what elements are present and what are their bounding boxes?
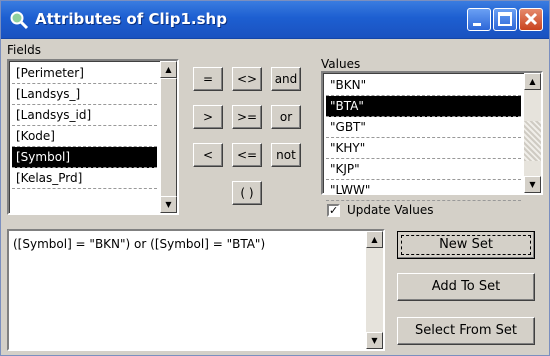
add-to-set-button[interactable]: Add To Set bbox=[397, 273, 535, 301]
scroll-up-button[interactable]: ▲ bbox=[524, 73, 541, 90]
fields-list[interactable]: [Perimeter] [Landsys_] [Landsys_id] [Kode][… bbox=[7, 59, 179, 215]
zoom-magnifier-icon bbox=[10, 11, 29, 30]
scroll-thumb[interactable] bbox=[160, 78, 177, 198]
scroll-down-button[interactable]: ▼ bbox=[160, 196, 177, 213]
operator-or-button[interactable]: or bbox=[271, 105, 301, 129]
list-item[interactable]: "KHY" bbox=[326, 138, 521, 159]
operator-less-equal-button[interactable]: <= bbox=[232, 143, 262, 167]
scroll-down-button[interactable]: ▼ bbox=[524, 176, 541, 193]
operator-not-equal-button[interactable]: <> bbox=[232, 67, 262, 91]
window-title: Attributes of Clip1.shp bbox=[35, 10, 227, 28]
operator-and-button[interactable]: and bbox=[271, 67, 301, 91]
expression-text: ([Symbol] = "BKN") or ([Symbol] = "BTA") bbox=[13, 237, 266, 251]
operator-equals-button[interactable]: = bbox=[193, 67, 223, 91]
values-label: Values bbox=[321, 57, 361, 71]
maximize-button[interactable] bbox=[493, 8, 517, 31]
scroll-down-button[interactable]: ▼ bbox=[366, 332, 383, 349]
list-item[interactable]: [Symbol] bbox=[12, 147, 157, 168]
list-item[interactable]: "BTA" bbox=[326, 96, 521, 117]
fields-scrollbar[interactable]: ▲ ▼ bbox=[160, 61, 177, 213]
operator-parentheses-button[interactable]: ( ) bbox=[232, 181, 262, 205]
values-items: "BKN" "BTA" "GBT" "KHY" "KJP" "LWW" bbox=[326, 75, 521, 201]
list-item[interactable]: [Landsys_] bbox=[12, 84, 157, 105]
expression-textarea[interactable]: ([Symbol] = "BKN") or ([Symbol] = "BTA")… bbox=[7, 229, 385, 351]
title-bar[interactable]: Attributes of Clip1.shp bbox=[1, 1, 549, 39]
list-item[interactable]: "LWW" bbox=[326, 180, 521, 201]
operator-not-button[interactable]: not bbox=[271, 143, 301, 167]
close-button[interactable] bbox=[519, 8, 543, 31]
maximize-icon bbox=[498, 12, 512, 26]
minimize-icon bbox=[473, 23, 481, 26]
select-from-set-button[interactable]: Select From Set bbox=[397, 317, 535, 345]
list-item[interactable]: "GBT" bbox=[326, 117, 521, 138]
list-item[interactable]: [Landsys_id] bbox=[12, 105, 157, 126]
list-item[interactable]: "BKN" bbox=[326, 75, 521, 96]
list-item[interactable]: [Kelas_Prd] bbox=[12, 168, 157, 189]
scroll-up-button[interactable]: ▲ bbox=[160, 61, 177, 78]
values-scrollbar[interactable]: ▲ ▼ bbox=[524, 73, 541, 193]
values-list[interactable]: "BKN" "BTA" "GBT" "KHY" "KJP" "LWW" ▲ ▼ bbox=[321, 71, 543, 201]
scroll-track[interactable] bbox=[524, 121, 541, 161]
fields-label: Fields bbox=[7, 43, 41, 57]
operator-less-than-button[interactable]: < bbox=[193, 143, 223, 167]
operator-greater-equal-button[interactable]: >= bbox=[232, 105, 262, 129]
operator-greater-than-button[interactable]: > bbox=[193, 105, 223, 129]
expression-scrollbar[interactable]: ▲ ▼ bbox=[366, 231, 383, 349]
check-icon: ✓ bbox=[329, 204, 339, 217]
fields-items: [Perimeter] [Landsys_] [Landsys_id] [Kode][… bbox=[12, 63, 157, 189]
attributes-dialog: Attributes of Clip1.shp Fields [Perimete… bbox=[0, 0, 550, 356]
scroll-up-button[interactable]: ▲ bbox=[366, 231, 383, 248]
list-item[interactable]: [Kode] bbox=[12, 126, 157, 147]
list-item[interactable]: "KJP" bbox=[326, 159, 521, 180]
close-icon bbox=[524, 12, 538, 26]
update-values-label[interactable]: Update Values bbox=[347, 203, 433, 217]
new-set-button[interactable]: New Set bbox=[397, 231, 535, 259]
minimize-button[interactable] bbox=[467, 8, 491, 31]
list-item[interactable]: [Perimeter] bbox=[12, 63, 157, 84]
update-values-checkbox[interactable]: ✓ bbox=[327, 204, 340, 217]
